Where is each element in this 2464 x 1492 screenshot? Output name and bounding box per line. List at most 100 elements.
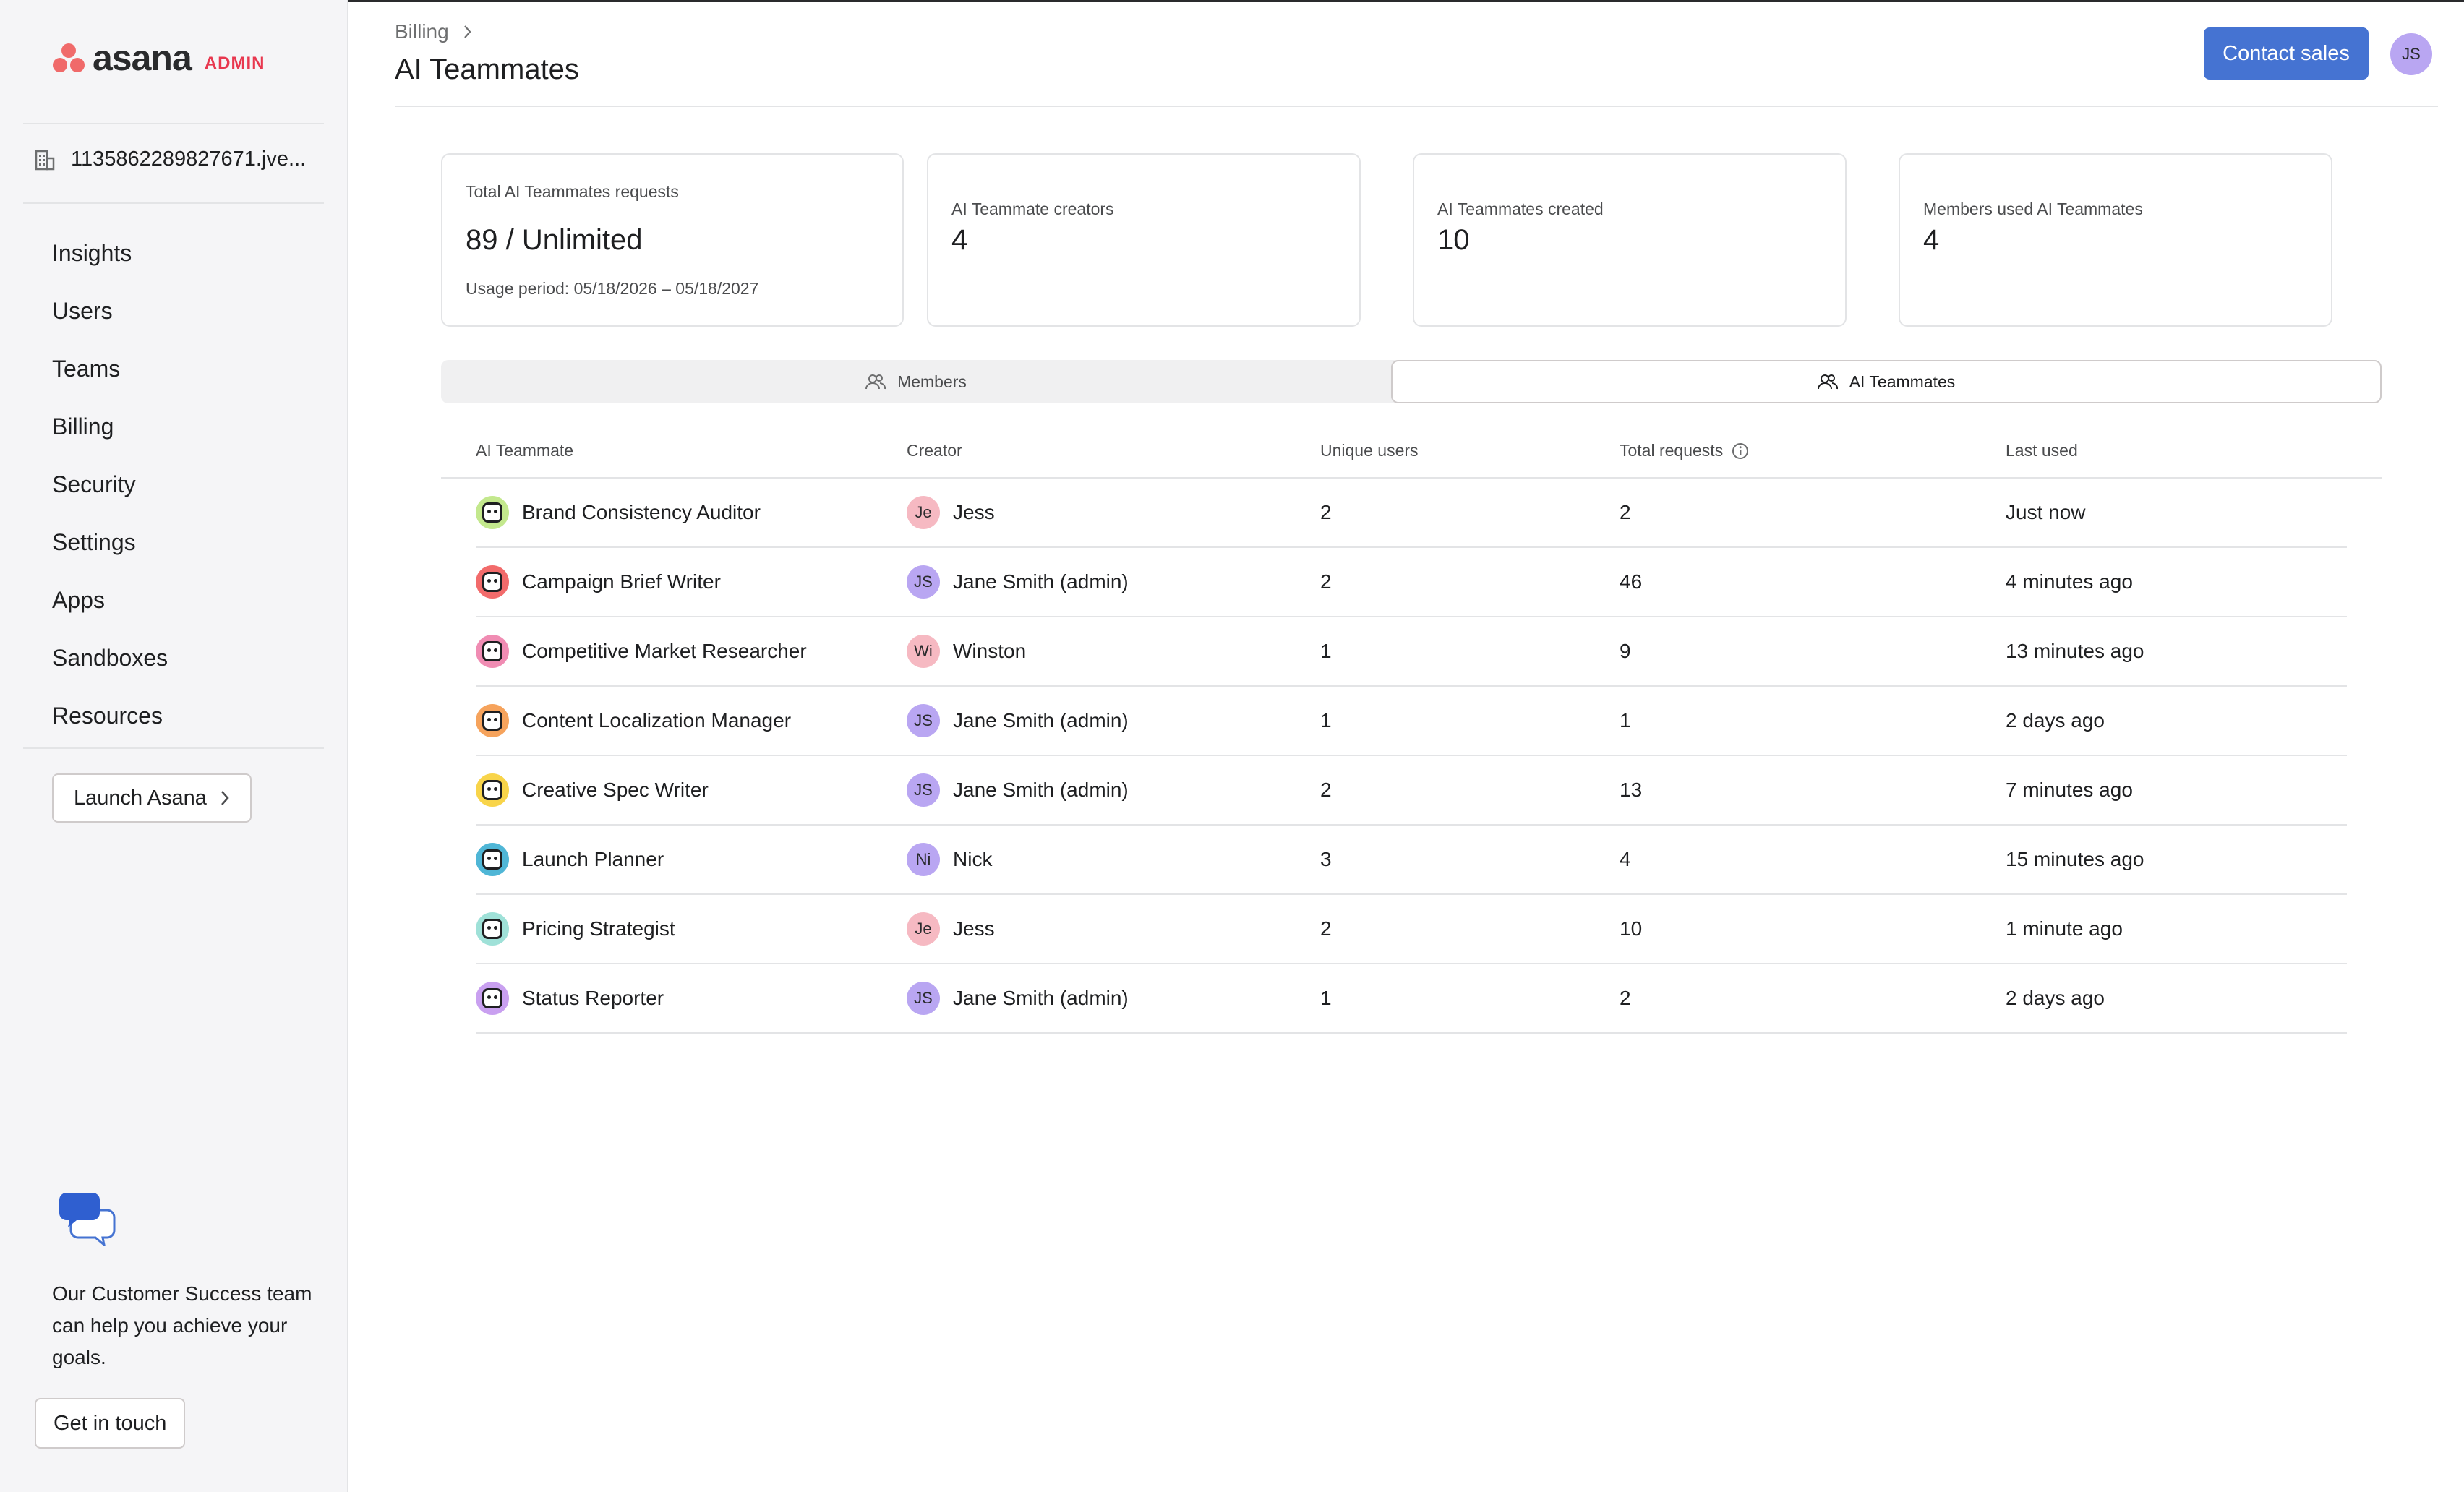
col-total-requests[interactable]: Total requests <box>1620 441 1749 460</box>
sidebar-item-apps[interactable]: Apps <box>52 571 168 629</box>
total-requests-value: 13 <box>1620 779 1643 801</box>
teammate-name: Campaign Brief Writer <box>522 570 721 593</box>
asana-logo-icon <box>52 42 85 74</box>
members-icon <box>865 374 886 390</box>
teammate-cell[interactable]: Pricing Strategist <box>476 895 675 963</box>
sidebar-divider <box>23 202 324 204</box>
unique-users-value: 1 <box>1320 709 1332 732</box>
teammate-cell[interactable]: Launch Planner <box>476 826 664 893</box>
stat-label: Total AI Teammates requests <box>466 182 679 201</box>
get-in-touch-button[interactable]: Get in touch <box>35 1398 186 1449</box>
teammate-name: Pricing Strategist <box>522 917 675 940</box>
sidebar-item-resources[interactable]: Resources <box>52 687 168 745</box>
table-row[interactable]: Pricing Strategist Je Jess 2 10 1 minute ago <box>476 895 2347 964</box>
creator-name: Jess <box>953 501 995 523</box>
header-divider <box>395 106 2438 107</box>
teammate-cell[interactable]: Content Localization Manager <box>476 687 791 755</box>
teammate-cell[interactable]: Competitive Market Researcher <box>476 617 807 685</box>
creator-cell[interactable]: JS Jane Smith (admin) <box>907 964 1129 1032</box>
org-name: 1135862289827671.jve... <box>71 147 307 171</box>
sidebar-item-settings[interactable]: Settings <box>52 513 168 571</box>
teammate-cell[interactable]: Campaign Brief Writer <box>476 548 721 616</box>
teammate-name: Creative Spec Writer <box>522 779 709 801</box>
sidebar-item-teams[interactable]: Teams <box>52 340 168 398</box>
view-toggle: Members AI Teammates <box>441 360 2382 403</box>
creator-cell[interactable]: Ni Nick <box>907 826 992 893</box>
unique-users-value: 1 <box>1320 640 1332 662</box>
asana-admin-logo[interactable]: asana ADMIN <box>52 40 265 76</box>
last-used-value: 15 minutes ago <box>2006 848 2144 870</box>
creator-name: Jane Smith (admin) <box>953 570 1129 593</box>
sidebar-item-billing[interactable]: Billing <box>52 398 168 455</box>
launch-asana-button[interactable]: Launch Asana <box>52 773 252 823</box>
top-edge <box>0 0 2464 2</box>
stat-value: 10 <box>1437 224 1470 256</box>
table-row[interactable]: Launch Planner Ni Nick 3 4 15 minutes ago <box>476 826 2347 895</box>
sidebar-item-security[interactable]: Security <box>52 455 168 513</box>
creator-name: Jane Smith (admin) <box>953 779 1129 801</box>
table-row[interactable]: Brand Consistency Auditor Je Jess 2 2 Just no… <box>476 479 2347 548</box>
table-row[interactable]: Campaign Brief Writer JS Jane Smith (admin… <box>476 548 2347 617</box>
last-used-value: 1 minute ago <box>2006 917 2123 940</box>
table-row[interactable]: Creative Spec Writer JS Jane Smith (admin)… <box>476 756 2347 826</box>
unique-users-value: 1 <box>1320 987 1332 1009</box>
creator-cell[interactable]: JS Jane Smith (admin) <box>907 548 1129 616</box>
last-used-value: 4 minutes ago <box>2006 570 2133 593</box>
table-row[interactable]: Content Localization Manager JS Jane Smith… <box>476 687 2347 756</box>
chevron-right-icon <box>221 791 229 805</box>
teammate-name: Brand Consistency Auditor <box>522 501 761 523</box>
total-requests-value: 46 <box>1620 570 1643 593</box>
creator-avatar: JS <box>907 565 940 599</box>
org-switcher[interactable]: 1135862289827671.jve... <box>35 147 306 171</box>
creator-cell[interactable]: Wi Winston <box>907 617 1026 685</box>
creator-name: Jane Smith (admin) <box>953 709 1129 732</box>
total-requests-value: 4 <box>1620 848 1631 870</box>
last-used-value: 7 minutes ago <box>2006 779 2133 801</box>
sidebar-item-sandboxes[interactable]: Sandboxes <box>52 629 168 687</box>
tab-ai-teammates[interactable]: AI Teammates <box>1391 360 2382 403</box>
contact-sales-button[interactable]: Contact sales <box>2204 27 2369 80</box>
total-requests-value: 10 <box>1620 917 1643 940</box>
ai-teammate-icon <box>476 773 509 807</box>
last-used-value: Just now <box>2006 501 2086 523</box>
sidebar-item-users[interactable]: Users <box>52 282 168 340</box>
total-requests-value: 9 <box>1620 640 1631 662</box>
chevron-right-icon <box>463 25 471 38</box>
col-unique-users[interactable]: Unique users <box>1320 441 1419 460</box>
stat-card-members-used: Members used AI Teammates 4 <box>1899 153 2332 327</box>
table-row[interactable]: Competitive Market Researcher Wi Winston 1 9… <box>476 617 2347 687</box>
creator-cell[interactable]: JS Jane Smith (admin) <box>907 687 1129 755</box>
col-creator[interactable]: Creator <box>907 441 962 460</box>
total-requests-value: 1 <box>1620 709 1631 732</box>
creator-cell[interactable]: JS Jane Smith (admin) <box>907 756 1129 824</box>
creator-name: Jess <box>953 917 995 940</box>
creator-avatar: Je <box>907 496 940 529</box>
teammate-cell[interactable]: Status Reporter <box>476 964 664 1032</box>
last-used-value: 13 minutes ago <box>2006 640 2144 662</box>
tab-members-label: Members <box>897 372 967 391</box>
ai-teammate-icon <box>476 843 509 876</box>
creator-avatar: Je <box>907 912 940 946</box>
teammate-cell[interactable]: Creative Spec Writer <box>476 756 709 824</box>
creator-cell[interactable]: Je Jess <box>907 895 995 963</box>
sidebar-item-insights[interactable]: Insights <box>52 224 168 282</box>
ai-teammate-icon <box>476 635 509 668</box>
creator-name: Nick <box>953 848 993 870</box>
breadcrumb-billing-link[interactable]: Billing <box>395 20 449 43</box>
info-icon[interactable] <box>1732 442 1749 460</box>
ai-teammate-icon <box>476 565 509 599</box>
col-ai-teammate[interactable]: AI Teammate <box>476 441 573 460</box>
stat-card-total-requests: Total AI Teammates requests 89 / Unlimit… <box>441 153 904 327</box>
tab-ai-teammates-label: AI Teammates <box>1849 372 1956 391</box>
usage-period: Usage period: 05/18/2026 – 05/18/2027 <box>466 279 759 298</box>
user-avatar[interactable]: JS <box>2390 33 2432 75</box>
launch-asana-label: Launch Asana <box>74 786 207 810</box>
creator-cell[interactable]: Je Jess <box>907 479 995 546</box>
table-row[interactable]: Status Reporter JS Jane Smith (admin) 1 2 2 d… <box>476 964 2347 1034</box>
page-title: AI Teammates <box>395 53 579 85</box>
teammate-cell[interactable]: Brand Consistency Auditor <box>476 479 761 546</box>
customer-success-text: Our Customer Success team can help you a… <box>52 1282 312 1368</box>
last-used-value: 2 days ago <box>2006 987 2105 1009</box>
tab-members[interactable]: Members <box>441 360 1391 403</box>
col-last-used[interactable]: Last used <box>2006 441 2078 460</box>
